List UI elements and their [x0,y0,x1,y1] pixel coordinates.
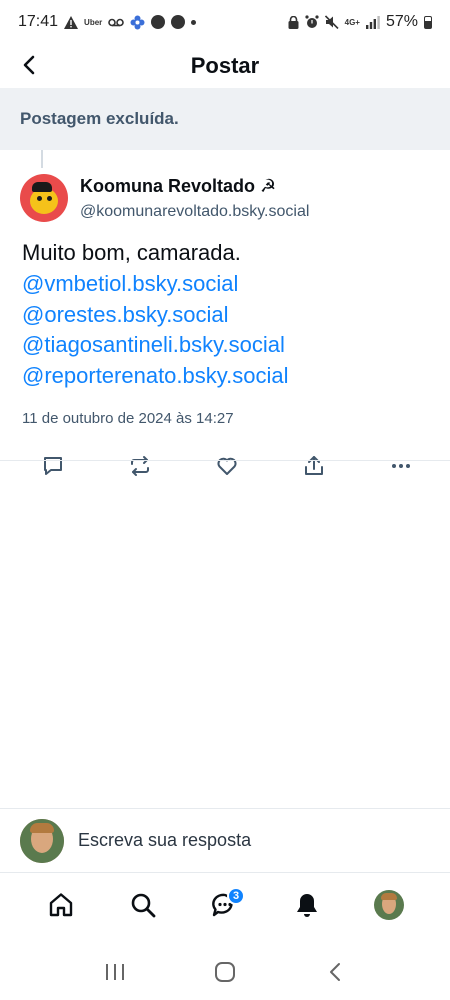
recents-button[interactable] [95,952,135,992]
post: Koomuna Revoltado ☭ @koomunarevoltado.bs… [0,168,450,483]
mute-icon [324,15,339,29]
thread-connector-line [41,150,43,168]
more-options-button[interactable] [386,451,416,481]
page-title: Postar [190,53,260,78]
like-button[interactable] [212,451,242,481]
mention-link[interactable]: @orestes.bsky.social [22,302,229,327]
system-navigation [0,944,450,1000]
status-bar: 17:41 Uber 4G+ 57% [0,0,450,44]
nav-home[interactable] [41,885,81,925]
alarm-icon [305,15,319,29]
post-timestamp: 11 de outubro de 2024 às 14:27 [22,409,234,427]
voicemail-icon [108,18,125,27]
back-button[interactable] [14,50,44,80]
battery-percent: 57% [385,13,418,30]
recents-icon [106,964,124,980]
current-user-avatar [20,818,64,863]
post-actions [0,427,450,483]
home-circle-icon [215,962,235,982]
status-left: 17:41 Uber [18,13,197,31]
post-divider [0,460,450,461]
nav-notifications[interactable] [287,885,327,925]
repost-button[interactable] [125,451,155,481]
top-header: Postar [0,44,450,88]
lock-icon [288,15,299,29]
deleted-post-text: Postagem excluída. [20,109,179,128]
network-type: 4G+ [344,17,360,27]
system-back-button[interactable] [315,952,355,992]
mention-link[interactable]: @tiagosantineli.bsky.social [22,332,285,357]
system-back-icon [330,963,340,981]
smiley-icon [171,15,186,29]
mention-link[interactable]: @reporterenato.bsky.social [22,363,289,388]
uber-icon: Uber [84,17,103,27]
notifications-icon [297,893,317,917]
share-button[interactable] [299,451,329,481]
flower-icon [130,15,145,30]
reply-composer[interactable]: Escreva sua resposta [0,808,450,872]
reply-icon [44,456,62,475]
status-time: 17:41 [18,13,59,30]
post-text-prefix: Muito bom, camarada. [22,240,241,265]
warning-icon [64,15,79,29]
reply-placeholder[interactable]: Escreva sua resposta [78,830,251,851]
nav-chat[interactable]: 3 [205,885,245,925]
more-icon [392,463,410,468]
repost-icon [131,455,149,476]
share-icon [305,455,323,475]
nav-search[interactable] [123,885,163,925]
battery-icon [424,15,432,29]
system-home-button[interactable] [205,952,245,992]
signal-icon [365,15,380,29]
author-name[interactable]: Koomuna Revoltado ☭ [80,176,309,197]
post-text: Muito bom, camarada. @vmbetiol.bsky.soci… [0,222,450,392]
reply-button[interactable] [38,451,68,481]
deleted-post-banner: Postagem excluída. [0,88,450,150]
profile-avatar [374,889,404,920]
chevron-left-icon [23,55,35,75]
status-right: 4G+ 57% [288,13,432,31]
author-info[interactable]: Koomuna Revoltado ☭ @koomunarevoltado.bs… [80,174,309,221]
dot-icon [191,19,197,25]
author-handle[interactable]: @koomunarevoltado.bsky.social [80,203,309,221]
bottom-navigation: 3 [0,872,450,936]
search-icon [131,893,156,917]
post-header: Koomuna Revoltado ☭ @koomunarevoltado.bs… [0,168,450,222]
chat-unread-badge: 3 [227,886,245,905]
like-icon [217,457,237,475]
home-icon [49,892,73,916]
nav-profile[interactable] [369,885,409,925]
mention-link[interactable]: @vmbetiol.bsky.social [22,271,238,296]
author-avatar[interactable] [20,174,68,222]
smiley-icon [151,15,166,29]
